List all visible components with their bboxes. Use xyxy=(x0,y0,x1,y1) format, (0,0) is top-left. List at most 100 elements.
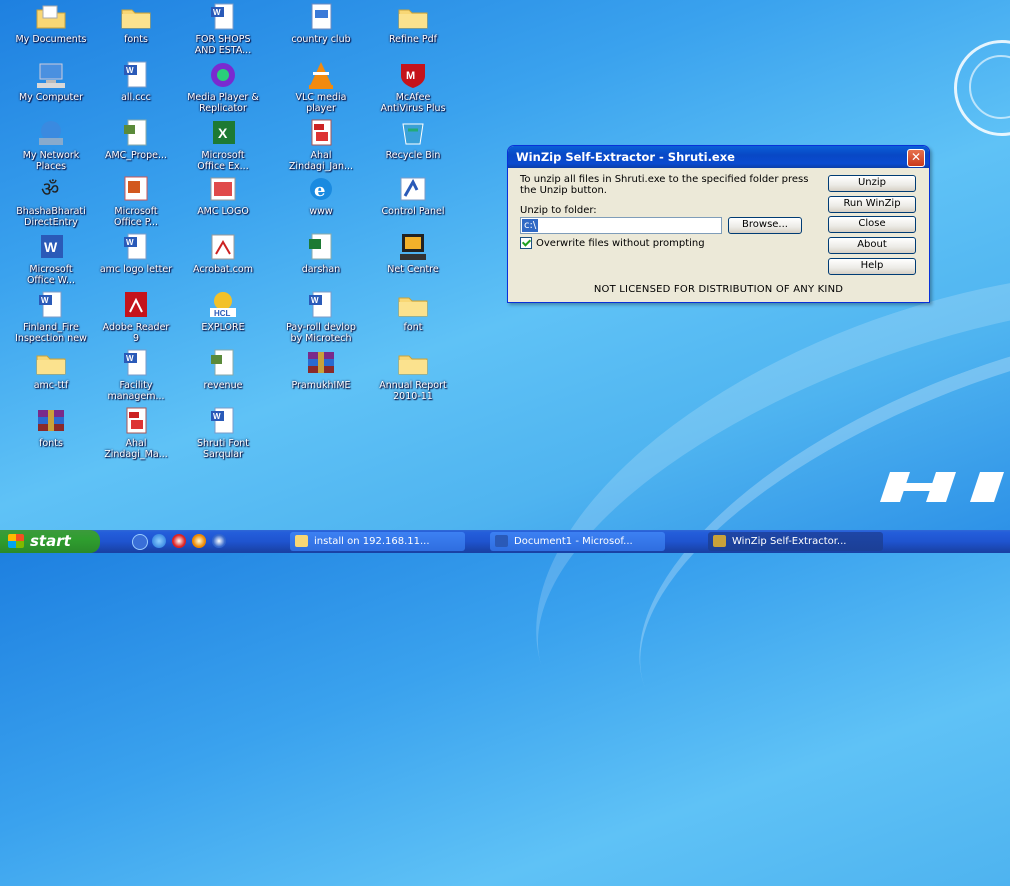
quick-launch-browser-icon[interactable] xyxy=(192,534,206,548)
desktop-icon[interactable]: Wamc logo letter xyxy=(93,232,179,275)
pdf-document-icon xyxy=(119,406,153,436)
desktop-icon[interactable]: country club xyxy=(278,2,364,45)
word-document-icon: W xyxy=(119,348,153,378)
dialog-message: To unzip all files in Shruti.exe to the … xyxy=(520,174,809,196)
desktop-icon[interactable]: W Facility managem... xyxy=(93,348,179,402)
desktop-icon[interactable]: Media Player & Replicator xyxy=(180,60,266,114)
svg-text:W: W xyxy=(213,412,221,421)
document-icon xyxy=(206,348,240,378)
taskbar-button-label: install on 192.168.11... xyxy=(314,536,430,547)
adobe-reader-icon xyxy=(119,290,153,320)
desktop-icon-label: PramukhIME xyxy=(291,380,351,391)
quick-launch-internet-explorer-icon[interactable] xyxy=(152,534,166,548)
desktop-icon[interactable]: Annual Report 2010-11 xyxy=(370,348,456,402)
browse-button[interactable]: Browse... xyxy=(728,217,802,234)
desktop-icon[interactable]: amc-ttf xyxy=(8,348,94,391)
desktop-icon[interactable]: Ahal Zindagi_Ma... xyxy=(93,406,179,460)
svg-text:W: W xyxy=(213,8,221,17)
desktop-icon[interactable]: AMC_Prope... xyxy=(93,118,179,161)
desktop-icon-label: McAfee AntiVirus Plus xyxy=(380,92,446,114)
desktop-icon[interactable]: M McAfee AntiVirus Plus xyxy=(370,60,456,114)
my-documents-icon xyxy=(34,2,68,32)
desktop-icon[interactable]: fonts xyxy=(93,2,179,45)
desktop-icon-label: Acrobat.com xyxy=(193,264,253,275)
quick-launch-media-icon[interactable] xyxy=(172,534,186,548)
desktop-icon[interactable]: Adobe Reader 9 xyxy=(93,290,179,344)
taskbar-button[interactable]: install on 192.168.11... xyxy=(290,532,465,551)
desktop-icon-label: AMC_Prope... xyxy=(104,150,168,161)
desktop-icon[interactable]: HCL EXPLORE xyxy=(180,290,266,333)
desktop-icon-label: Ahal Zindagi_Jan... xyxy=(288,150,354,172)
dialog-titlebar[interactable]: WinZip Self-Extractor - Shruti.exe ✕ xyxy=(508,146,929,168)
desktop-icon[interactable]: fonts xyxy=(8,406,94,449)
help-button[interactable]: Help xyxy=(828,258,916,275)
image-icon xyxy=(206,174,240,204)
close-button[interactable]: Close xyxy=(828,216,916,233)
desktop-icon[interactable]: W Microsoft Office W... xyxy=(8,232,94,286)
desktop-icon[interactable]: revenue xyxy=(180,348,266,391)
desktop-icon[interactable]: My Computer xyxy=(8,60,94,103)
desktop-icon[interactable]: Net Centre xyxy=(370,232,456,275)
desktop-icon[interactable]: darshan xyxy=(278,232,364,275)
desktop-icon[interactable]: VLC media player xyxy=(278,60,364,114)
desktop-icon-label: www xyxy=(309,206,333,217)
desktop-icon[interactable]: ॐ BhashaBharati DirectEntry xyxy=(8,174,94,228)
word-document-icon: W xyxy=(119,60,153,90)
desktop-icon-label: font xyxy=(403,322,423,333)
desktop-icon[interactable]: W Shruti Font Sarqular xyxy=(180,406,266,460)
spreadsheet-icon xyxy=(304,232,338,262)
overwrite-label: Overwrite files without prompting xyxy=(536,237,705,249)
desktop-icon[interactable]: W Pay-roll devlop by Microtech xyxy=(278,290,364,344)
desktop-icon[interactable]: Ahal Zindagi_Jan... xyxy=(278,118,364,172)
start-button[interactable]: start xyxy=(0,530,100,553)
close-icon[interactable]: ✕ xyxy=(907,149,925,167)
desktop-icon[interactable]: Recycle Bin xyxy=(370,118,456,161)
checkbox-checked-icon[interactable] xyxy=(520,237,532,249)
desktop-icon-label: Net Centre xyxy=(387,264,439,275)
svg-text:W: W xyxy=(126,354,134,363)
om-symbol-icon: ॐ xyxy=(34,174,68,204)
desktop-icon[interactable]: e www xyxy=(278,174,364,217)
quick-launch-show-desktop-icon[interactable] xyxy=(132,534,148,550)
svg-text:W: W xyxy=(126,66,134,75)
run-winzip-button[interactable]: Run WinZip xyxy=(828,196,916,213)
desktop-icon-label: Ahal Zindagi_Ma... xyxy=(104,438,168,460)
license-notice: NOT LICENSED FOR DISTRIBUTION OF ANY KIN… xyxy=(593,284,844,295)
quick-launch-player-icon[interactable] xyxy=(212,534,226,548)
folder-icon xyxy=(396,2,430,32)
desktop-icon[interactable]: W Finland_Fire Inspection new xyxy=(8,290,94,344)
desktop-icon[interactable]: W FOR SHOPS AND ESTA... xyxy=(180,2,266,56)
hcl-explore-icon: HCL xyxy=(206,290,240,320)
desktop-icon-label: Media Player & Replicator xyxy=(187,92,259,114)
overwrite-checkbox[interactable]: Overwrite files without prompting xyxy=(520,237,705,249)
taskbar-button[interactable]: Document1 - Microsof... xyxy=(490,532,665,551)
desktop-icon[interactable]: X Microsoft Office Ex... xyxy=(180,118,266,172)
desktop-icon[interactable]: Microsoft Office P... xyxy=(93,174,179,228)
desktop-icon[interactable]: My Documents xyxy=(8,2,94,45)
desktop-icon-label: AMC LOGO xyxy=(197,206,249,217)
desktop-icon[interactable]: My Network Places xyxy=(8,118,94,172)
svg-text:X: X xyxy=(218,125,228,141)
svg-text:W: W xyxy=(44,239,58,255)
desktop-icon[interactable]: Wall.ccc xyxy=(93,60,179,103)
desktop-icon[interactable]: Refine Pdf xyxy=(370,2,456,45)
desktop-icon-label: Microsoft Office Ex... xyxy=(197,150,249,172)
taskbar-button[interactable]: WinZip Self-Extractor... xyxy=(708,532,883,551)
taskbar-button-label: WinZip Self-Extractor... xyxy=(732,536,847,547)
about-button[interactable]: About xyxy=(828,237,916,254)
desktop-icon[interactable]: Control Panel xyxy=(370,174,456,217)
word-document-icon: W xyxy=(304,290,338,320)
recycle-bin-icon xyxy=(396,118,430,148)
control-panel-icon xyxy=(396,174,430,204)
desktop-icon-label: amc logo letter xyxy=(99,264,173,275)
desktop-icon[interactable]: AMC LOGO xyxy=(180,174,266,217)
unzip-button[interactable]: Unzip xyxy=(828,175,916,192)
desktop-icon-label: Pay-roll devlop by Microtech xyxy=(286,322,356,344)
unzip-folder-input[interactable]: c:\ xyxy=(520,217,722,234)
word-icon xyxy=(495,535,508,547)
dialog-title: WinZip Self-Extractor - Shruti.exe xyxy=(516,150,735,164)
winrar-icon xyxy=(34,406,68,436)
desktop-icon[interactable]: PramukhIME xyxy=(278,348,364,391)
desktop-icon[interactable]: Acrobat.com xyxy=(180,232,266,275)
desktop-icon[interactable]: font xyxy=(370,290,456,333)
